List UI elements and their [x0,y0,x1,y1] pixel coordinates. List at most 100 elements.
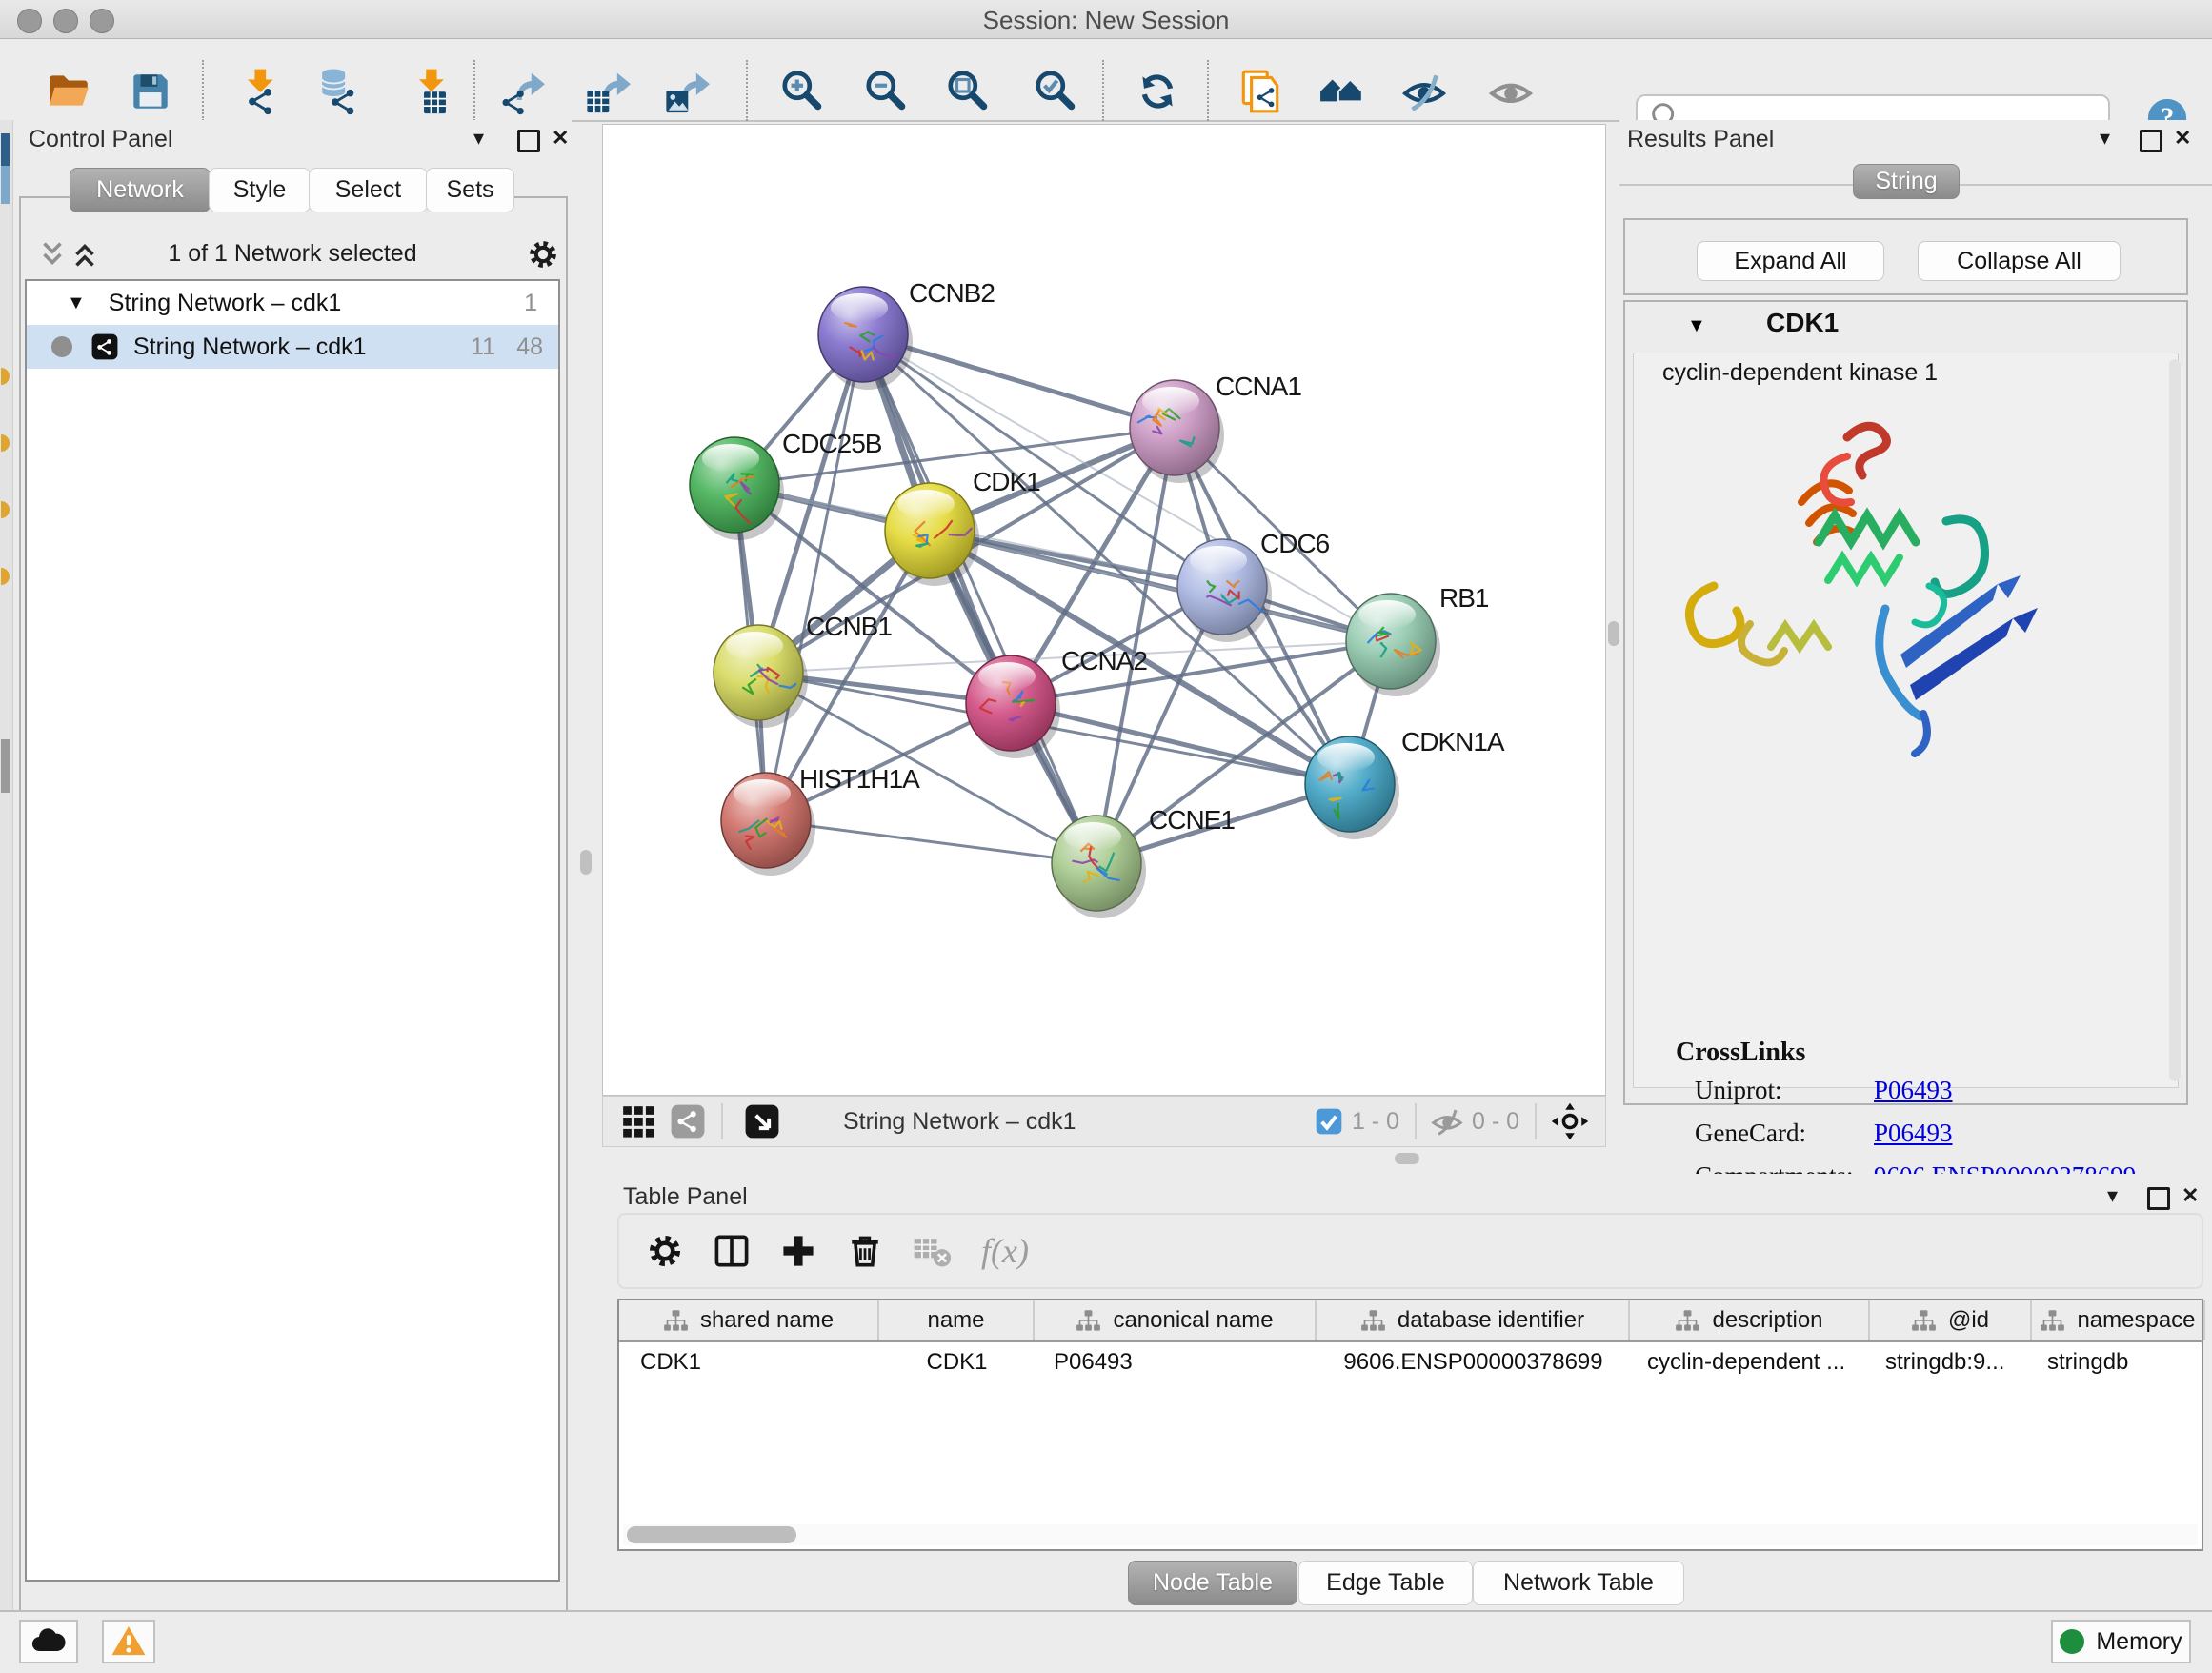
column-header-shared-name[interactable]: shared name [619,1300,879,1340]
zoom-out-icon[interactable] [860,66,912,117]
cell-namespace[interactable]: stringdb [2032,1342,2205,1382]
first-neighbors-icon[interactable] [1317,66,1368,117]
export-network-icon[interactable] [497,66,549,117]
results-scrollbar[interactable] [2169,359,2181,1081]
table-hscrollbar[interactable] [623,1524,2198,1545]
warning-button[interactable] [102,1620,155,1663]
network-node-CDKN1A[interactable] [1305,736,1399,839]
edge-HIST1H1A-CCNE1[interactable] [766,820,1096,863]
cloud-button[interactable] [19,1620,78,1663]
hidden-eye-icon[interactable] [1430,1104,1464,1139]
import-table-file-icon[interactable] [402,66,453,117]
zoom-in-icon[interactable] [776,66,828,117]
import-network-database-icon[interactable] [312,66,363,117]
table-row[interactable]: CDK1CDK1P064939606.ENSP00000378699cyclin… [619,1342,2202,1382]
column-header-database-identifier[interactable]: database identifier [1317,1300,1630,1340]
table-panel-float-icon[interactable] [2147,1187,2170,1210]
cell--id[interactable]: stringdb:9... [1870,1342,2032,1382]
network-node-CCNA2[interactable] [966,655,1060,758]
toolbar-separator [1207,60,1209,121]
delete-columns-icon[interactable] [844,1230,886,1272]
collapse-all-button[interactable]: Collapse All [1918,241,2121,281]
edge-CCNA2-CDKN1A[interactable] [1011,703,1350,784]
tab-edge-table[interactable]: Edge Table [1298,1561,1473,1605]
export-table-icon[interactable] [581,66,633,117]
results-panel-close-icon[interactable]: ✕ [2174,128,2191,149]
network-node-CCNA1[interactable] [1130,380,1224,483]
import-network-file-icon[interactable] [232,66,284,117]
open-session-icon[interactable] [43,66,94,117]
tab-sets[interactable]: Sets [426,168,514,212]
network-node-CDK1[interactable] [885,483,979,586]
hide-selected-icon[interactable] [1398,66,1450,117]
node-label-CDC6: CDC6 [1260,529,1330,558]
table-panel-collapse-icon[interactable]: ▾ [2107,1185,2118,1206]
network-collection-row[interactable]: ▼ String Network – cdk1 1 [27,281,558,325]
toggle-columns-icon[interactable] [711,1230,753,1272]
tab-string[interactable]: String [1853,164,1960,199]
table-hscrollbar-thumb[interactable] [627,1526,796,1543]
network-selected-count: 1 of 1 Network selected [23,240,562,268]
column-header-description[interactable]: description [1630,1300,1870,1340]
crosslink-link[interactable]: P06493 [1874,1076,1953,1105]
grid-view-icon[interactable] [620,1103,656,1139]
save-session-icon[interactable] [125,66,176,117]
vertical-splitter-handle-right[interactable] [1608,621,1619,646]
refresh-view-icon[interactable] [1132,66,1183,117]
network-node-CDC25B[interactable] [690,437,784,540]
column-type-icon [1360,1308,1386,1334]
node-label-CCNA1: CCNA1 [1216,372,1301,401]
column-header-name[interactable]: name [879,1300,1035,1340]
tab-network[interactable]: Network [70,168,211,212]
table-panel-title: Table Panel [623,1183,748,1211]
column-type-icon [2040,1308,2065,1334]
collapse-triangle-icon[interactable]: ▼ [67,292,86,314]
table-settings-gear-icon[interactable] [644,1230,686,1272]
network-share-icon[interactable] [670,1103,706,1139]
expand-all-button[interactable]: Expand All [1697,241,1884,281]
network-canvas[interactable]: CCNB2CCNA1CDC25BCDK1CDC6RB1CCNB1CCNA2CDK… [602,124,1606,1096]
network-graph[interactable]: CCNB2CCNA1CDC25BCDK1CDC6RB1CCNB1CCNA2CDK… [603,125,1605,1095]
horizontal-splitter-handle[interactable] [1395,1153,1419,1164]
network-node-CCNE1[interactable] [1052,816,1146,918]
column-header--id[interactable]: @id [1870,1300,2032,1340]
network-node-CCNB2[interactable] [818,287,913,390]
export-image-icon[interactable] [660,66,712,117]
birds-eye-view-icon[interactable] [744,1103,780,1139]
network-node-CDC6[interactable] [1177,539,1272,642]
memory-button[interactable]: Memory [2051,1620,2191,1663]
selected-checkbox-icon[interactable] [1314,1106,1344,1137]
cell-canonical-name[interactable]: P06493 [1035,1342,1317,1382]
column-header-canonical-name[interactable]: canonical name [1035,1300,1317,1340]
tab-network-table[interactable]: Network Table [1473,1561,1684,1605]
zoom-selected-icon[interactable] [1030,66,1081,117]
control-panel-collapse-icon[interactable]: ▾ [473,128,484,149]
cell-description[interactable]: cyclin-dependent ... [1630,1342,1870,1382]
delete-table-icon [911,1230,953,1272]
results-panel-float-icon[interactable] [2140,130,2162,152]
cell-shared-name[interactable]: CDK1 [619,1342,879,1382]
zoom-fit-content-icon[interactable] [942,66,994,117]
network-node-RB1[interactable] [1346,594,1440,696]
vertical-splitter-handle-left[interactable] [580,850,592,875]
tab-node-table[interactable]: Node Table [1128,1561,1297,1605]
fit-selected-crosshair-icon[interactable] [1550,1101,1590,1141]
column-label: database identifier [1398,1307,1584,1334]
cell-name[interactable]: CDK1 [879,1342,1035,1382]
section-collapse-triangle-icon[interactable]: ▼ [1687,315,1706,337]
gear-icon[interactable] [525,236,561,272]
control-panel-float-icon[interactable] [517,130,540,152]
new-network-from-selection-icon[interactable] [1235,66,1286,117]
cell-database-identifier[interactable]: 9606.ENSP00000378699 [1317,1342,1630,1382]
crosslink-link[interactable]: P06493 [1874,1119,1953,1148]
tab-style[interactable]: Style [209,168,311,212]
collection-count: 1 [524,290,537,317]
network-row-selected[interactable]: String Network – cdk1 11 48 [27,325,558,369]
show-all-icon[interactable] [1485,66,1537,117]
add-column-icon[interactable] [777,1230,819,1272]
tab-select[interactable]: Select [309,168,428,212]
column-header-namespace[interactable]: namespace [2032,1300,2205,1340]
table-panel-close-icon[interactable]: ✕ [2182,1185,2199,1206]
control-panel-close-icon[interactable]: ✕ [552,128,569,149]
results-panel-collapse-icon[interactable]: ▾ [2100,128,2110,149]
